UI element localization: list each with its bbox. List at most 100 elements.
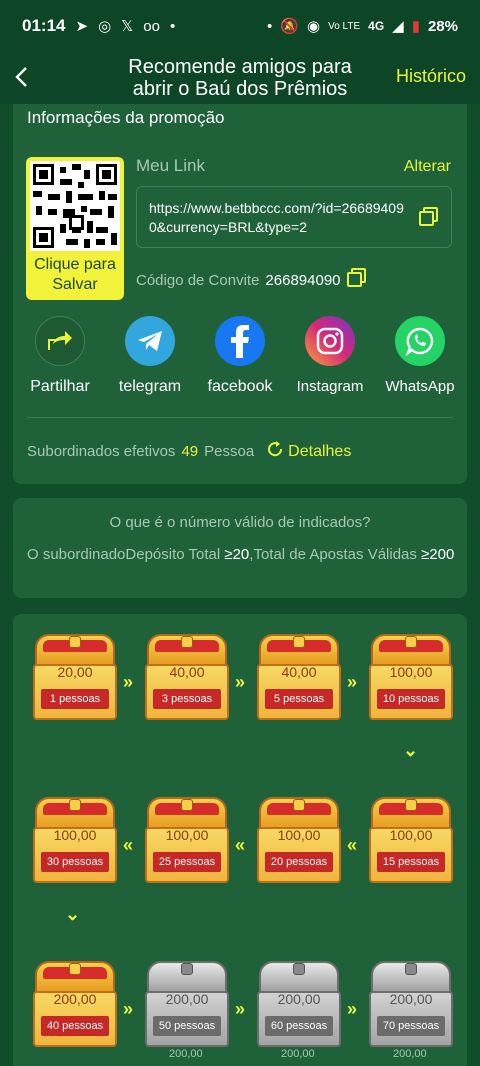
page-title: Recomende amigos para abrir o Baú dos Pr… xyxy=(128,56,352,100)
status-bar: 01:14 ➤ ◎ 𝕏 oo • • 🔕 ◉ Vo LTE 4G ◢ ▮ 28% xyxy=(0,0,480,52)
share-icon xyxy=(35,316,85,366)
share-label-partilhar: Partilhar xyxy=(30,378,90,395)
hotspot-icon: ◉ xyxy=(306,18,321,35)
mute-icon: 🔕 xyxy=(280,18,299,35)
network-type: 4G xyxy=(368,19,385,33)
left-arrow-icon: « xyxy=(123,835,134,855)
share-label-telegram: telegram xyxy=(118,378,182,395)
voicemail-icon: oo xyxy=(143,17,160,35)
share-button-instagram[interactable]: Instagram xyxy=(285,316,375,395)
chest-amount: 200,00 xyxy=(389,991,433,1007)
telegram-notification-icon: ➤ xyxy=(75,18,89,35)
chest-people: 5 pessoas xyxy=(265,689,333,709)
details-button[interactable]: Detalhes xyxy=(266,440,351,463)
qr-code-image xyxy=(30,161,120,251)
chest-amount: 100,00 xyxy=(389,827,433,843)
lock-icon xyxy=(293,799,305,811)
share-button-facebook[interactable]: facebook xyxy=(195,316,285,396)
share-label-facebook: facebook xyxy=(207,378,273,395)
chest-people: 70 pessoas xyxy=(377,1016,445,1036)
chest-people: 10 pessoas xyxy=(377,689,445,709)
lock-icon xyxy=(69,636,81,648)
reward-chest[interactable]: 200,00 50 pessoas xyxy=(143,961,231,1049)
right-arrow-icon: » xyxy=(235,999,246,1019)
referral-link-box[interactable]: https://www.betbbccc.com/?id=266894090&c… xyxy=(136,186,452,248)
status-time: 01:14 xyxy=(22,16,66,35)
reward-chest[interactable]: 40,00 3 pessoas xyxy=(143,634,231,722)
reward-chest[interactable]: 200,00 60 pessoas xyxy=(255,961,343,1049)
divider xyxy=(27,417,453,418)
reward-chest[interactable]: 40,00 5 pessoas xyxy=(255,634,343,722)
change-link-button[interactable]: Alterar xyxy=(404,158,451,176)
left-arrow-icon: « xyxy=(235,835,246,855)
valid-text-prefix: O subordinadoDepósito Total xyxy=(27,546,221,563)
instagram-icon xyxy=(305,316,355,366)
chest-amount: 100,00 xyxy=(53,827,97,843)
battery-icon: ▮ xyxy=(411,18,420,35)
share-row: Partilhar telegram facebook Instagram Wh… xyxy=(13,316,467,406)
app-notification-icon: ◎ xyxy=(98,18,112,35)
chest-people: 60 pessoas xyxy=(265,1016,333,1036)
promo-card: Informações da promoção Clique para Salv… xyxy=(13,104,467,484)
referral-link-text: https://www.betbbccc.com/?id=266894090&c… xyxy=(149,200,404,235)
x-notification-icon: 𝕏 xyxy=(121,18,134,35)
battery-level: 28% xyxy=(427,17,458,35)
invite-code-label: Código de Convite xyxy=(136,271,260,289)
refresh-icon xyxy=(266,440,284,463)
qr-save-label: Clique para Salvar xyxy=(34,256,116,293)
reward-chest[interactable]: 200,00 40 pessoas xyxy=(31,961,119,1049)
copy-code-icon[interactable] xyxy=(346,268,367,292)
back-arrow-icon[interactable] xyxy=(10,62,34,92)
chest-amount: 200,00 xyxy=(53,991,97,1007)
subordinates-count: 49 xyxy=(181,443,199,460)
telegram-icon xyxy=(125,316,175,366)
share-button-partilhar[interactable]: Partilhar xyxy=(15,316,105,396)
chest-people: 15 pessoas xyxy=(377,852,445,872)
reward-chest[interactable]: 100,00 25 pessoas xyxy=(143,797,231,885)
reward-chest[interactable]: 100,00 10 pessoas xyxy=(367,634,455,722)
subordinates-row: Subordinados efetivos 49 Pessoa Detalhes xyxy=(27,440,351,463)
promo-section-title: Informações da promoção xyxy=(27,108,225,127)
lock-icon xyxy=(181,799,193,811)
chest-people: 3 pessoas xyxy=(153,689,221,709)
copy-link-icon[interactable] xyxy=(419,207,439,227)
my-link-label: Meu Link xyxy=(136,156,205,175)
reward-chest[interactable]: 200,00 70 pessoas xyxy=(367,961,455,1049)
share-button-whatsapp[interactable]: WhatsApp xyxy=(375,316,465,395)
reward-chest[interactable]: 100,00 30 pessoas xyxy=(31,797,119,885)
share-label-whatsapp: WhatsApp xyxy=(385,378,455,395)
chest-amount: 200,00 xyxy=(277,991,321,1007)
chest-bottom-amount: 200,00 xyxy=(393,1048,427,1060)
lock-icon xyxy=(181,963,193,975)
history-button[interactable]: Histórico xyxy=(396,66,466,87)
lock-icon xyxy=(69,963,81,975)
right-arrow-icon: » xyxy=(347,999,358,1019)
subordinates-unit: Pessoa xyxy=(204,443,255,460)
right-arrow-icon: » xyxy=(347,672,358,692)
left-arrow-icon: « xyxy=(347,835,358,855)
qr-code-save-button[interactable]: Clique para Salvar xyxy=(26,157,124,300)
chest-amount: 100,00 xyxy=(277,827,321,843)
chest-amount: 100,00 xyxy=(389,664,433,680)
chest-people: 20 pessoas xyxy=(265,852,333,872)
chest-people: 1 pessoas xyxy=(41,689,109,709)
chest-rewards-card: 20,00 1 pessoas 40,00 3 pessoas 40,00 5 pesso… xyxy=(13,614,467,1066)
signal-icon: ◢ xyxy=(392,18,404,35)
reward-chest[interactable]: 100,00 20 pessoas xyxy=(255,797,343,885)
down-arrow-icon: ⌄ xyxy=(65,904,81,924)
subordinates-label: Subordinados efetivos xyxy=(27,443,176,460)
reward-chest[interactable]: 20,00 1 pessoas xyxy=(31,634,119,722)
lock-icon xyxy=(405,963,417,975)
chest-amount: 20,00 xyxy=(57,664,93,680)
reward-chest[interactable]: 100,00 15 pessoas xyxy=(367,797,455,885)
bets-requirement: ≥200 xyxy=(421,546,455,563)
details-label: Detalhes xyxy=(288,442,352,460)
share-button-telegram[interactable]: telegram xyxy=(105,316,195,396)
lock-icon xyxy=(293,636,305,648)
chest-bottom-amount: 200,00 xyxy=(169,1048,203,1060)
valid-text-mid: ,Total de Apostas Válidas xyxy=(249,546,417,563)
right-arrow-icon: » xyxy=(123,672,134,692)
valid-referral-question: O que é o número válido de indicados? xyxy=(109,514,371,531)
valid-referral-text: O subordinadoDepósito Total ≥20,Total de… xyxy=(27,546,457,564)
lock-icon xyxy=(181,636,193,648)
